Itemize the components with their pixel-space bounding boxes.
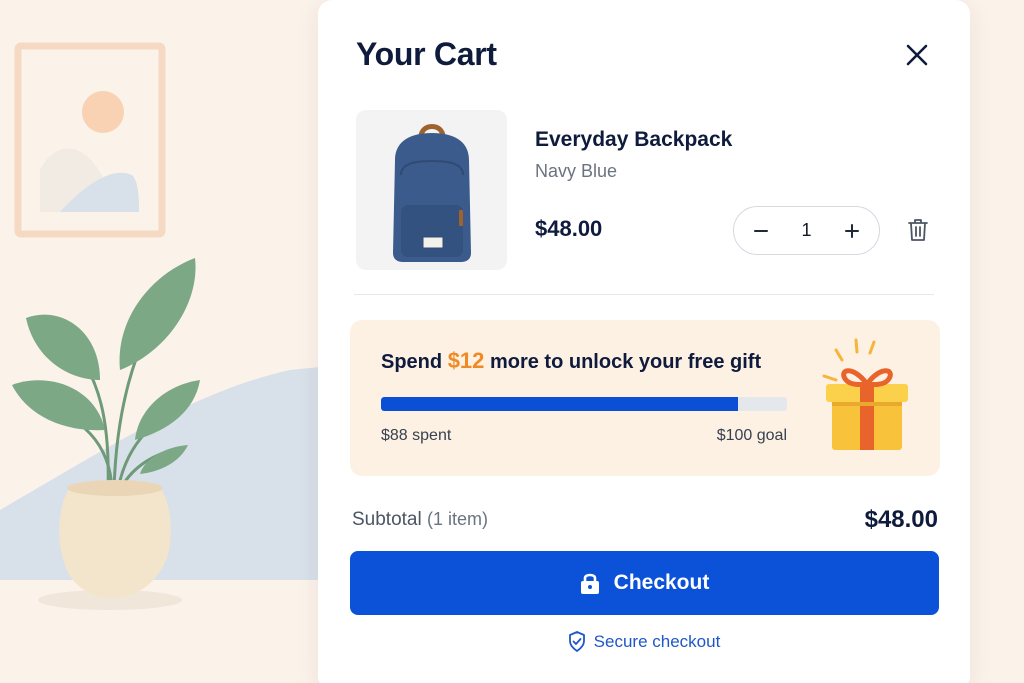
secure-checkout-note: Secure checkout — [318, 631, 970, 652]
product-image[interactable] — [356, 110, 507, 270]
subtotal-label: Subtotal (1 item) — [352, 509, 489, 530]
goal-label: $100 goal — [716, 427, 787, 444]
increase-quantity-button[interactable] — [841, 220, 863, 242]
spent-label: $88 spent — [381, 427, 452, 444]
quantity-value: 1 — [801, 220, 812, 240]
lock-icon — [580, 573, 599, 594]
divider — [354, 294, 934, 295]
free-gift-progress-card: Spend $12 more to unlock your free gift … — [350, 320, 940, 476]
plus-icon — [844, 223, 859, 238]
decrease-quantity-button[interactable] — [750, 220, 772, 242]
plant-leaves — [12, 258, 200, 491]
product-name[interactable]: Everyday Backpack — [535, 128, 732, 152]
subtotal-amount: $48.00 — [864, 506, 938, 533]
plant-pot — [59, 488, 171, 598]
remaining-amount: $12 — [447, 348, 485, 373]
progress-bar — [381, 397, 787, 411]
checkout-button[interactable]: Checkout — [350, 551, 939, 615]
frame-sun — [82, 91, 124, 133]
remove-item-button[interactable] — [906, 217, 930, 243]
gift-icon — [822, 338, 908, 450]
free-gift-headline: Spend $12 more to unlock your free gift — [381, 348, 762, 373]
progress-fill — [381, 397, 739, 411]
cart-panel: Your Cart Everyday Backpack Navy Blue $4… — [318, 0, 970, 683]
minus-icon — [754, 229, 768, 232]
trash-icon — [908, 219, 928, 241]
close-button[interactable] — [900, 38, 934, 72]
product-variant: Navy Blue — [535, 161, 618, 181]
quantity-stepper: 1 — [733, 206, 880, 255]
secure-checkout-label: Secure checkout — [593, 631, 721, 651]
product-price: $48.00 — [535, 216, 603, 241]
item-count: (1 item) — [427, 509, 489, 529]
backpack-icon — [392, 124, 471, 262]
cart-title: Your Cart — [356, 36, 497, 72]
checkout-label: Checkout — [613, 571, 710, 594]
shield-check-icon — [568, 631, 585, 652]
close-icon — [906, 44, 928, 66]
